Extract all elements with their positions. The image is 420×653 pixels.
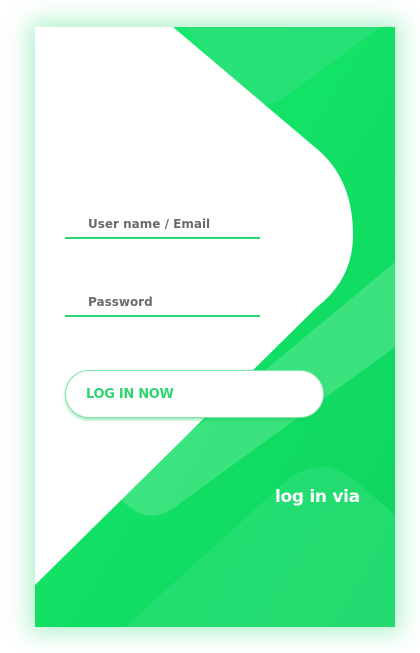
background-graphic xyxy=(35,27,395,627)
login-via-label: log in via xyxy=(275,487,360,507)
username-input[interactable] xyxy=(65,211,260,239)
password-input[interactable] xyxy=(65,289,260,317)
login-card: LOG IN NOW log in via xyxy=(35,27,395,627)
page: LOG IN NOW log in via xyxy=(0,0,420,653)
login-button[interactable]: LOG IN NOW xyxy=(65,370,324,418)
